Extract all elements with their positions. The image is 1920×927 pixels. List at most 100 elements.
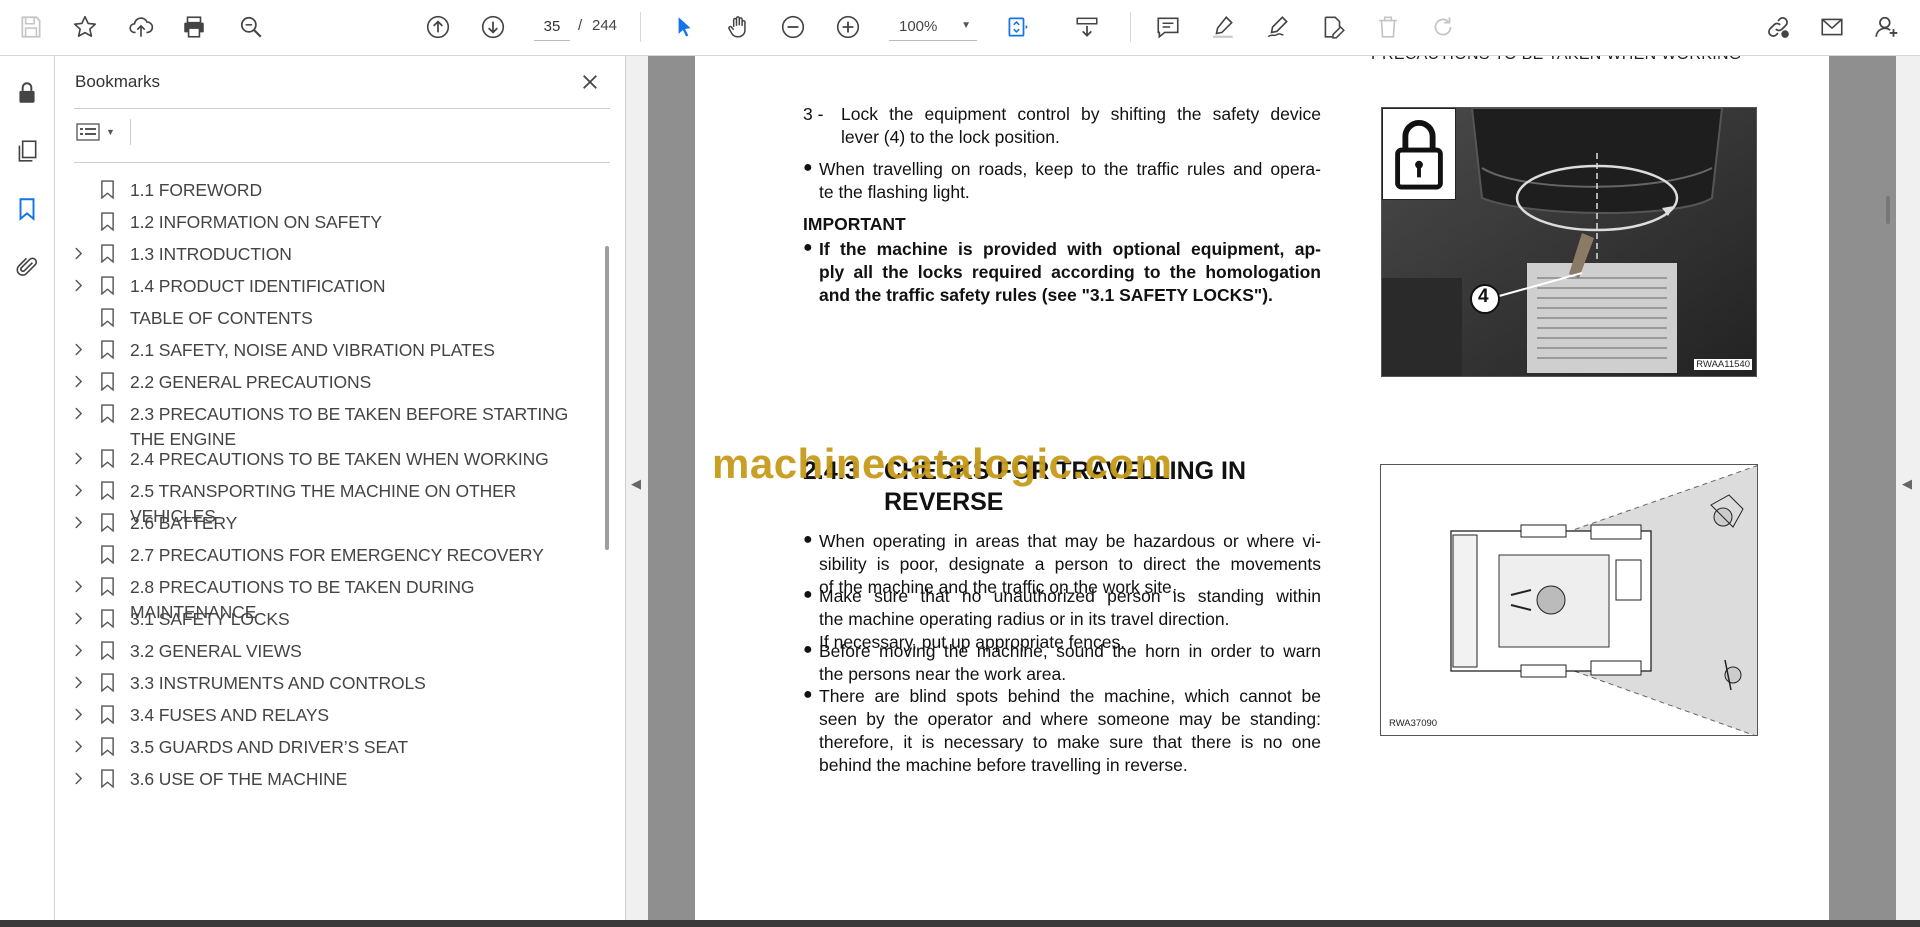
bookmark-item[interactable]: 2.3 PRECAUTIONS TO BE TAKEN BEFORE START… xyxy=(56,402,596,452)
print-icon[interactable] xyxy=(177,10,211,44)
lock-icon[interactable] xyxy=(10,76,44,110)
bookmark-label: 2.4 PRECAUTIONS TO BE TAKEN WHEN WORKING xyxy=(130,449,549,469)
left-navigation-rail xyxy=(0,56,55,927)
chevron-right-icon[interactable] xyxy=(64,447,92,469)
sign-icon[interactable] xyxy=(1261,10,1295,44)
account-icon[interactable] xyxy=(1870,10,1904,44)
bookmark-label: 2.6 BATTERY xyxy=(130,513,238,533)
bullet-icon: ● xyxy=(803,159,813,176)
chevron-right-icon[interactable] xyxy=(64,767,92,789)
bookmark-label: 2.7 PRECAUTIONS FOR EMERGENCY RECOVERY xyxy=(130,545,544,565)
zoom-in-icon[interactable] xyxy=(831,10,865,44)
right-panel-handle[interactable]: ◀ xyxy=(1896,56,1920,927)
bookmark-label: 3.2 GENERAL VIEWS xyxy=(130,641,302,661)
chevron-right-icon[interactable] xyxy=(64,274,92,296)
redo-icon[interactable] xyxy=(1426,10,1460,44)
hand-icon[interactable] xyxy=(721,10,755,44)
star-icon[interactable] xyxy=(68,10,102,44)
chevron-right-icon[interactable] xyxy=(64,607,92,629)
bookmark-item[interactable]: 2.4 PRECAUTIONS TO BE TAKEN WHEN WORKING xyxy=(56,447,596,472)
figure-callout: 4 xyxy=(1478,286,1489,307)
bookmark-label: 3.1 SAFETY LOCKS xyxy=(130,609,290,629)
scrollbar-thumb[interactable] xyxy=(605,246,609,550)
bookmark-label: 1.1 FOREWORD xyxy=(130,180,263,200)
bookmark-item[interactable]: 3.3 INSTRUMENTS AND CONTROLS xyxy=(56,671,596,696)
edit-pdf-icon[interactable] xyxy=(1316,10,1350,44)
delete-icon[interactable] xyxy=(1371,10,1405,44)
divider xyxy=(130,119,131,145)
bookmark-label: 2.3 PRECAUTIONS TO BE TAKEN BEFORE START… xyxy=(130,404,569,449)
toolbar-divider xyxy=(1130,12,1131,42)
bookmark-item[interactable]: 1.4 PRODUCT IDENTIFICATION xyxy=(56,274,596,299)
bookmark-item[interactable]: 3.1 SAFETY LOCKS xyxy=(56,607,596,632)
attachment-icon[interactable] xyxy=(10,250,44,284)
bookmark-item[interactable]: 1.3 INTRODUCTION xyxy=(56,242,596,267)
paragraph-line: Before moving the machine, sound the hor… xyxy=(819,641,1321,661)
chevron-right-icon[interactable] xyxy=(64,671,92,693)
chevron-right-icon[interactable] xyxy=(64,479,92,501)
zoom-search-icon[interactable] xyxy=(234,10,268,44)
panel-title: Bookmarks xyxy=(75,72,161,91)
bookmark-item[interactable]: 3.6 USE OF THE MACHINE xyxy=(56,767,596,792)
close-icon[interactable] xyxy=(576,68,604,96)
bullet-icon: ● xyxy=(803,586,813,603)
paragraph-line: the machine operating radius or in its t… xyxy=(819,609,1230,629)
save-icon[interactable] xyxy=(14,10,48,44)
bookmark-label: 3.4 FUSES AND RELAYS xyxy=(130,705,330,725)
bookmark-icon xyxy=(92,639,122,661)
page-down-icon[interactable] xyxy=(476,10,510,44)
bookmark-item[interactable]: 3.4 FUSES AND RELAYS xyxy=(56,703,596,728)
email-icon[interactable] xyxy=(1815,10,1849,44)
chevron-right-icon[interactable] xyxy=(64,370,92,392)
chevron-right-icon[interactable] xyxy=(64,703,92,725)
chevron-right-icon[interactable] xyxy=(64,575,92,597)
bookmark-item[interactable]: 2.2 GENERAL PRECAUTIONS xyxy=(56,370,596,395)
page-number-input[interactable] xyxy=(534,13,570,41)
bookmark-icon[interactable] xyxy=(10,192,44,226)
bullet-icon: ● xyxy=(803,641,813,658)
safety-lock-symbol xyxy=(1382,108,1456,200)
bookmark-label: 2.2 GENERAL PRECAUTIONS xyxy=(130,372,372,392)
bookmark-item[interactable]: 1.2 INFORMATION ON SAFETY xyxy=(56,210,596,235)
chevron-right-icon[interactable] xyxy=(64,511,92,533)
bookmark-item[interactable]: 3.5 GUARDS AND DRIVER’S SEAT xyxy=(56,735,596,760)
figure-blind-spots: RWA37090 xyxy=(1380,464,1758,736)
page-total: 244 xyxy=(592,17,618,34)
chevron-right-icon[interactable] xyxy=(64,639,92,661)
bookmark-label: 3.3 INSTRUMENTS AND CONTROLS xyxy=(130,673,426,693)
chevron-right-icon[interactable] xyxy=(64,735,92,757)
pages-icon[interactable] xyxy=(10,134,44,168)
paragraph: When travelling on roads, keep to the tr… xyxy=(819,159,1321,179)
chevron-right-icon[interactable] xyxy=(64,338,92,360)
bookmark-item[interactable]: 2.7 PRECAUTIONS FOR EMERGENCY RECOVERY xyxy=(56,543,596,568)
select-cursor-icon[interactable] xyxy=(667,10,701,44)
zoom-dropdown[interactable]: 100% ▼ xyxy=(889,13,977,41)
document-scrollbar-thumb[interactable] xyxy=(1886,196,1890,224)
collapse-panel-handle[interactable]: ◀ xyxy=(626,56,648,927)
bookmark-label: 1.3 INTRODUCTION xyxy=(130,244,292,264)
chevron-right-icon[interactable] xyxy=(64,402,92,424)
bookmark-icon xyxy=(92,607,122,629)
bookmark-icon xyxy=(92,178,122,200)
upload-icon[interactable] xyxy=(124,10,158,44)
bookmark-item[interactable]: 1.1 FOREWORD xyxy=(56,178,596,203)
step-text: Lock the equipment control by shifting t… xyxy=(841,104,1321,124)
chevron-right-icon[interactable] xyxy=(64,242,92,264)
bookmark-item[interactable]: 2.6 BATTERY xyxy=(56,511,596,536)
bookmark-icon xyxy=(92,671,122,693)
bookmark-label: 2.1 SAFETY, NOISE AND VIBRATION PLATES xyxy=(130,340,495,360)
bookmark-item[interactable]: 3.2 GENERAL VIEWS xyxy=(56,639,596,664)
fit-page-icon[interactable] xyxy=(1000,10,1034,44)
bookmark-icon xyxy=(92,210,122,232)
status-bar xyxy=(0,920,1920,927)
share-link-icon[interactable] xyxy=(1761,10,1795,44)
comment-icon[interactable] xyxy=(1151,10,1185,44)
highlight-icon[interactable] xyxy=(1206,10,1240,44)
scroll-mode-icon[interactable] xyxy=(1070,10,1104,44)
bookmark-item[interactable]: TABLE OF CONTENTS xyxy=(56,306,596,331)
paragraph-line: seen by the operator and where someone m… xyxy=(819,709,1321,729)
zoom-out-icon[interactable] xyxy=(776,10,810,44)
bookmark-item[interactable]: 2.1 SAFETY, NOISE AND VIBRATION PLATES xyxy=(56,338,596,363)
page-up-icon[interactable] xyxy=(421,10,455,44)
bookmark-options-button[interactable]: ▼ xyxy=(76,118,120,146)
